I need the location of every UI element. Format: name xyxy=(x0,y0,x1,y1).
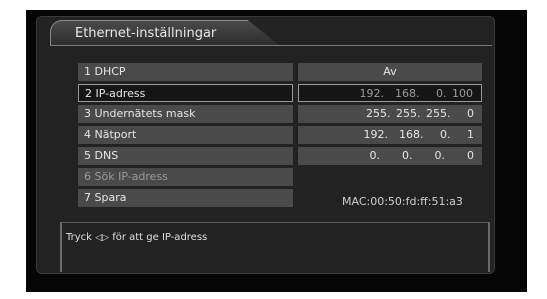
setting-label: 7 Spara xyxy=(78,189,293,207)
setting-row-gateway[interactable]: 4 Nätport 192. 168. 0. 1 xyxy=(78,126,482,144)
setting-row-subnet-mask[interactable]: 3 Undernätets mask 255. 255. 255. 0 xyxy=(78,105,482,123)
panel-title: Ethernet-inställningar xyxy=(50,20,280,46)
setting-value: 192. 168. 0. 1 xyxy=(298,126,482,144)
footer-frame-right xyxy=(488,222,490,272)
setting-label: 6 Sök IP-adress xyxy=(78,168,293,186)
hint-suffix: för att ge IP-adress xyxy=(112,232,208,243)
settings-list: 1 DHCP Av 2 IP-adress 192. 168. 0. 100 3… xyxy=(78,63,482,210)
setting-row-search-ip[interactable]: 6 Sök IP-adress xyxy=(78,168,482,186)
setting-value-empty xyxy=(298,168,482,186)
hint-prefix: Tryck xyxy=(66,232,92,243)
setting-row-dhcp[interactable]: 1 DHCP Av xyxy=(78,63,482,81)
setting-label: 5 DNS xyxy=(78,147,293,165)
mac-address: MAC:00:50:fd:ff:51:a3 xyxy=(342,195,463,208)
setting-row-ip-address[interactable]: 2 IP-adress 192. 168. 0. 100 xyxy=(78,84,482,102)
setting-value[interactable]: 192. 168. 0. 100 xyxy=(298,84,482,102)
left-right-arrows-icon: ◁▷ xyxy=(95,233,109,243)
title-divider xyxy=(50,45,492,46)
help-hint: Tryck ◁▷ för att ge IP-adress xyxy=(66,232,207,243)
setting-label: 3 Undernätets mask xyxy=(78,105,293,123)
setting-row-dns[interactable]: 5 DNS 0. 0. 0. 0 xyxy=(78,147,482,165)
setting-label: 1 DHCP xyxy=(78,63,293,81)
setting-value: Av xyxy=(298,63,482,81)
setting-label: 4 Nätport xyxy=(78,126,293,144)
footer-frame-left xyxy=(60,222,62,272)
setting-value: 255. 255. 255. 0 xyxy=(298,105,482,123)
footer-divider xyxy=(60,222,490,223)
setting-label: 2 IP-adress xyxy=(78,84,293,102)
setting-value: 0. 0. 0. 0 xyxy=(298,147,482,165)
